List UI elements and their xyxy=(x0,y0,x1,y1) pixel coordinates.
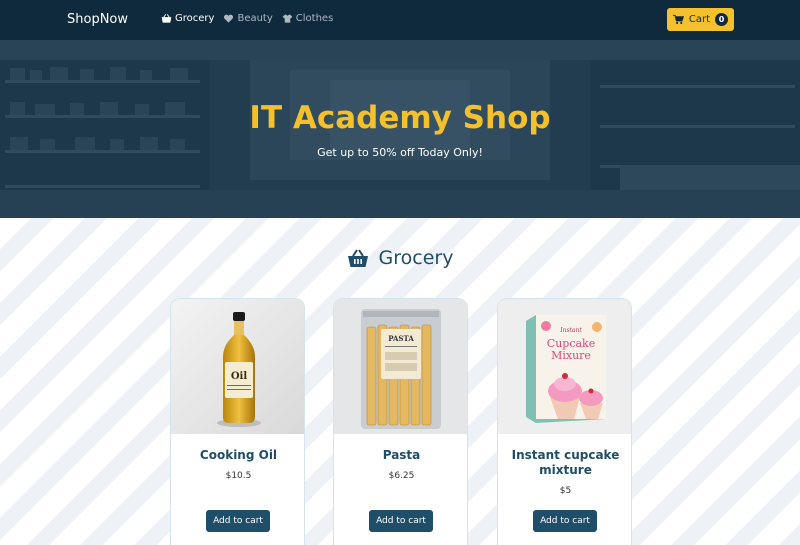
nav-link-clothes[interactable]: Clothes xyxy=(282,13,334,24)
svg-text:Instant: Instant xyxy=(559,327,582,334)
hero-banner: IT Academy Shop Get up to 50% off Today … xyxy=(0,40,800,218)
product-name: Cooking Oil xyxy=(199,448,278,462)
product-image: Instant Cupcake Mixure xyxy=(498,299,631,434)
product-card: Oil Cooking Oil $10.5 Add to cart xyxy=(170,298,305,545)
section-heading: Grocery xyxy=(0,247,800,269)
add-to-cart-button[interactable]: Add to cart xyxy=(369,510,433,532)
hero-subtitle: Get up to 50% off Today Only! xyxy=(317,146,483,159)
svg-text:PASTA: PASTA xyxy=(388,334,414,343)
cart-label: Cart xyxy=(688,14,711,25)
cupcake-box-image: Instant Cupcake Mixure xyxy=(498,299,631,434)
basket-icon xyxy=(161,14,172,23)
oil-bottle-image: Oil xyxy=(171,299,304,434)
svg-text:Oil: Oil xyxy=(231,371,248,382)
nav-link-beauty[interactable]: Beauty xyxy=(223,13,273,24)
product-card: Instant Cupcake Mixure Instant cupcake m… xyxy=(497,298,632,545)
product-price: $10.5 xyxy=(225,471,252,481)
products-section: Grocery Oil Cooking Oil $10.5 Add to car… xyxy=(0,218,800,545)
nav-links: Grocery Beauty Clothes xyxy=(161,13,333,24)
product-image: PASTA xyxy=(334,299,467,434)
product-price: $6.25 xyxy=(388,471,415,481)
pasta-bag-image: PASTA xyxy=(334,299,467,434)
hero-title: IT Academy Shop xyxy=(249,100,551,136)
product-image: Oil xyxy=(171,299,304,434)
brand-logo[interactable]: ShopNow xyxy=(67,12,128,27)
top-navbar: ShopNow Grocery Beauty Clothes Cart 0 xyxy=(0,0,800,40)
basket-icon xyxy=(347,249,368,267)
section-title: Grocery xyxy=(378,247,454,269)
add-to-cart-button[interactable]: Add to cart xyxy=(206,510,270,532)
cart-icon xyxy=(672,14,684,24)
product-name: Instant cupcake mixture xyxy=(511,448,620,477)
add-to-cart-button[interactable]: Add to cart xyxy=(533,510,597,532)
heart-icon xyxy=(224,14,234,23)
nav-link-label: Beauty xyxy=(237,13,273,24)
nav-link-grocery[interactable]: Grocery xyxy=(161,13,214,24)
nav-link-label: Grocery xyxy=(175,13,215,24)
cart-count-badge: 0 xyxy=(715,13,729,26)
svg-text:Mixure: Mixure xyxy=(551,349,591,362)
product-card: PASTA Pasta $6.25 Add to cart xyxy=(333,298,468,545)
cart-button[interactable]: Cart 0 xyxy=(667,8,734,31)
nav-link-label: Clothes xyxy=(295,13,334,24)
product-price: $5 xyxy=(559,486,572,496)
shirt-icon xyxy=(282,14,293,23)
product-name: Pasta xyxy=(382,448,421,462)
